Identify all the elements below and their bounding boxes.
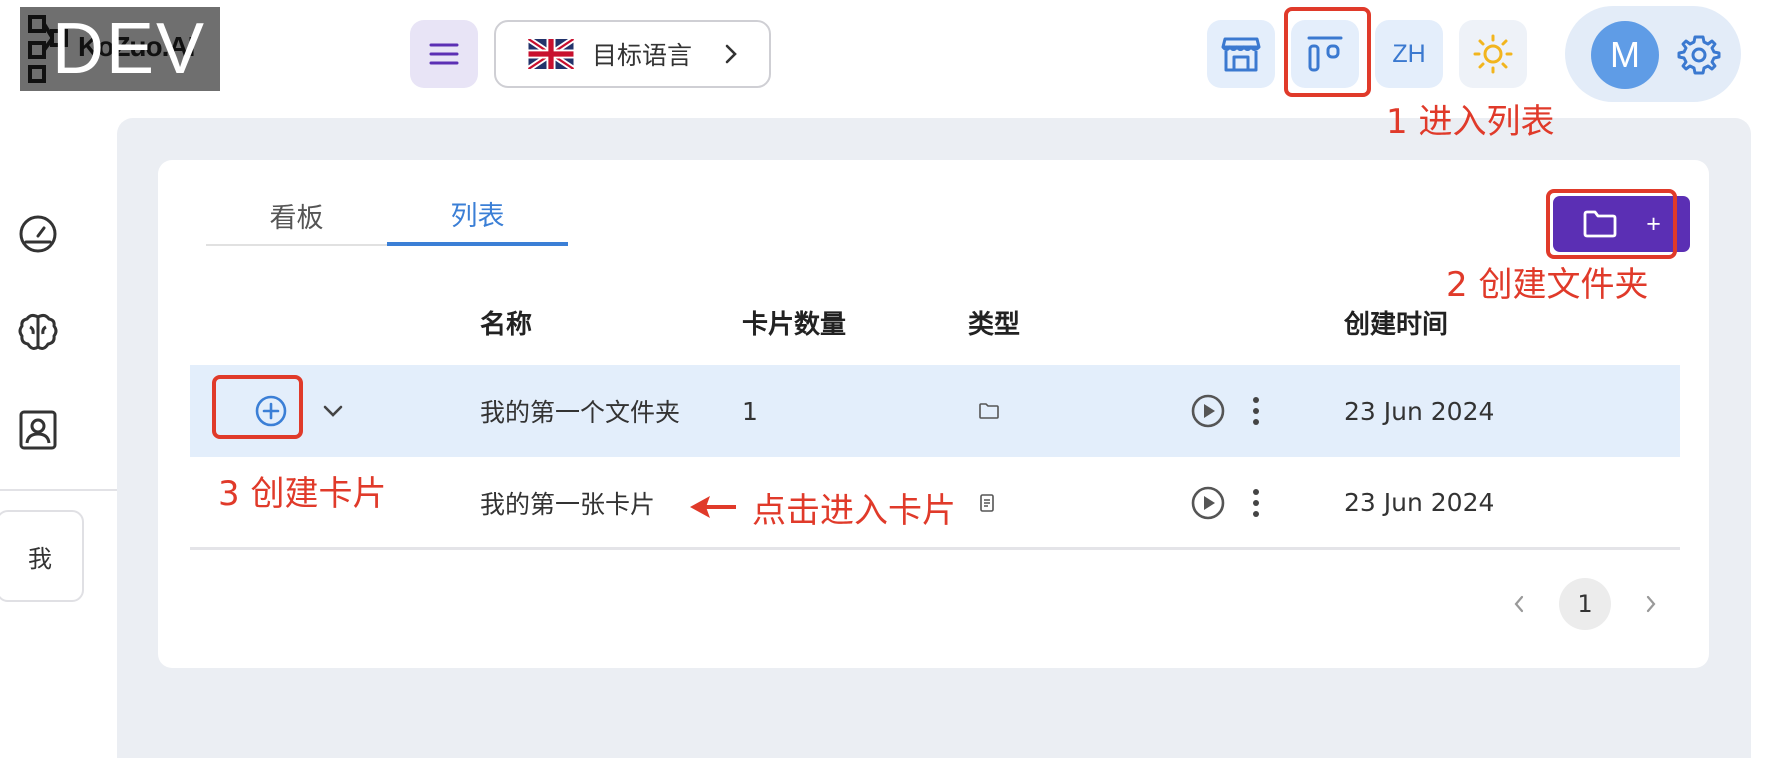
chevron-down-icon xyxy=(323,405,343,417)
table-row[interactable]: 我的第一个文件夹 1 23 Jun 2024 xyxy=(190,365,1680,457)
uk-flag-icon xyxy=(528,39,574,69)
play-button[interactable] xyxy=(1190,393,1226,429)
add-folder-button[interactable]: + xyxy=(1553,196,1690,252)
sidebar-item-dashboard[interactable] xyxy=(16,212,60,256)
brain-icon xyxy=(18,313,58,350)
annotation-arrow-icon xyxy=(690,496,736,518)
gauge-icon xyxy=(19,215,57,253)
logo-text-dev: DEV xyxy=(52,9,207,89)
more-options-button[interactable] xyxy=(1252,396,1260,426)
more-vertical-icon xyxy=(1253,397,1259,425)
folder-type-icon xyxy=(978,402,1000,420)
theme-toggle-button[interactable] xyxy=(1459,20,1527,88)
next-page-button[interactable] xyxy=(1636,578,1666,630)
column-header-type: 类型 xyxy=(968,309,1021,340)
chevron-left-icon xyxy=(1514,595,1524,613)
me-button[interactable]: 我 xyxy=(0,510,84,602)
annotation-step3: 3 创建卡片 xyxy=(218,474,387,514)
avatar[interactable]: M xyxy=(1591,21,1659,89)
list-view-button[interactable] xyxy=(1291,20,1359,88)
sun-icon xyxy=(1473,34,1513,74)
more-options-button[interactable] xyxy=(1252,488,1260,518)
gear-icon[interactable] xyxy=(1677,33,1721,77)
hamburger-icon xyxy=(429,43,459,65)
annotation-click-card: 点击进入卡片 xyxy=(752,491,956,531)
menu-button[interactable] xyxy=(410,20,478,88)
store-icon xyxy=(1221,37,1261,72)
list-card: 看板 列表 + 名称 卡片数量 类型 创建时间 我的第一个文件夹 1 23 Ju… xyxy=(158,160,1709,668)
add-folder-plus: + xyxy=(1646,209,1661,238)
tab-board[interactable]: 看板 xyxy=(206,184,387,246)
folder-icon xyxy=(1583,210,1617,238)
column-header-card-count: 卡片数量 xyxy=(742,309,847,340)
interface-language-button[interactable]: ZH xyxy=(1375,20,1443,88)
target-language-label: 目标语言 xyxy=(592,42,693,70)
sidebar-item-brain[interactable] xyxy=(16,310,60,354)
sidebar-item-profile[interactable] xyxy=(16,408,60,452)
target-language-button[interactable]: 目标语言 xyxy=(494,20,771,88)
row-created-date: 23 Jun 2024 xyxy=(1344,396,1495,426)
row-card-count: 1 xyxy=(742,396,758,426)
tab-list[interactable]: 列表 xyxy=(387,184,568,246)
row-created-date: 23 Jun 2024 xyxy=(1344,488,1495,517)
annotation-step1: 1 进入列表 xyxy=(1386,102,1555,142)
card-type-icon xyxy=(978,493,996,513)
contact-card-icon xyxy=(19,410,57,450)
row-name[interactable]: 我的第一张卡片 xyxy=(480,485,655,521)
column-header-name: 名称 xyxy=(480,309,533,340)
add-card-button[interactable] xyxy=(254,394,288,428)
sidebar-divider xyxy=(0,489,117,491)
prev-page-button[interactable] xyxy=(1504,578,1534,630)
store-button[interactable] xyxy=(1207,20,1275,88)
column-header-created: 创建时间 xyxy=(1344,309,1449,340)
play-circle-icon xyxy=(1191,486,1225,519)
expand-row-button[interactable] xyxy=(322,404,344,418)
list-view-icon xyxy=(1307,36,1343,72)
page-number-current[interactable]: 1 xyxy=(1559,578,1611,630)
chevron-right-icon xyxy=(1646,595,1656,613)
row-name[interactable]: 我的第一个文件夹 xyxy=(480,393,680,429)
play-circle-icon xyxy=(1191,394,1225,428)
plus-circle-icon xyxy=(255,395,287,427)
more-vertical-icon xyxy=(1253,488,1259,517)
view-tabs: 看板 列表 xyxy=(206,184,568,246)
user-menu: M xyxy=(1565,6,1741,102)
app-logo: KoZuo.AI DEV xyxy=(20,7,220,91)
app-page: KoZuo.AI DEV 目标语言 ZH M 我 看板 列表 + 名称 卡片数量… xyxy=(0,0,1766,758)
play-button[interactable] xyxy=(1190,485,1226,521)
annotation-step2: 2 创建文件夹 xyxy=(1446,265,1649,305)
chevron-right-icon xyxy=(725,44,737,64)
